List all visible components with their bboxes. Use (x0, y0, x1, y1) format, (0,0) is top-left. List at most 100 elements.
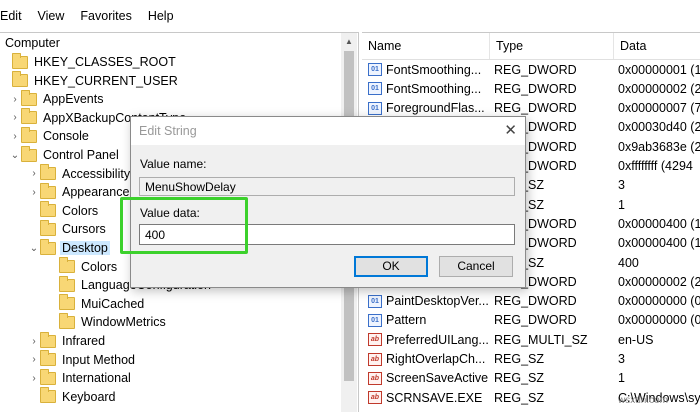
tree-item[interactable]: › International (28, 368, 133, 387)
list-item[interactable]: ab PreferredUILang... REG_MULTI_SZ en-US (362, 330, 700, 349)
value-type-cell: REG_DWORD (494, 294, 577, 309)
binary-value-icon: 01 (368, 101, 382, 115)
tree-root-computer[interactable]: Computer (5, 36, 60, 50)
value-data-cell: 0x00000002 (2) (618, 274, 700, 289)
list-item[interactable]: 01 Pattern REG_DWORD 0x00000000 (0) (362, 311, 700, 330)
tree-item[interactable]: › AppEvents (9, 89, 105, 108)
chevron-down-icon[interactable]: ⌄ (28, 243, 40, 254)
folder-icon (59, 275, 75, 292)
list-item[interactable]: 01 ForegroundFlas... REG_DWORD 0x00000007 (… (362, 99, 700, 118)
menu-item-edit[interactable]: Edit (0, 9, 30, 23)
list-item[interactable]: 01 FontSmoothing... REG_DWORD 0x00000002 (2… (362, 79, 700, 98)
dialog-titlebar[interactable]: Edit String ✕ (131, 117, 525, 145)
value-data-cell: 0x00000400 (10 (618, 236, 700, 251)
folder-icon (40, 201, 56, 218)
tree-item[interactable]: › Appearance (28, 182, 131, 201)
column-header-type[interactable]: Type (490, 33, 614, 59)
value-data-cell: 0xffffffff (4294 (618, 159, 693, 173)
close-icon[interactable]: ✕ (504, 121, 517, 139)
tree-item-label: Cursors (62, 222, 106, 237)
chevron-right-icon[interactable]: › (9, 112, 21, 123)
highlight-annotation (120, 197, 248, 254)
tree-item[interactable]: HKEY_CURRENT_USER (0, 71, 180, 90)
ok-button[interactable]: OK (354, 256, 428, 277)
column-header-data[interactable]: Data (614, 33, 700, 59)
binary-value-icon: 01 (368, 294, 382, 308)
value-name-text: RightOverlapCh... (386, 352, 486, 366)
value-data-cell: 0x00000007 (7) (618, 101, 700, 116)
value-type-cell: REG_MULTI_SZ (494, 332, 588, 347)
scroll-up-arrow-icon[interactable]: ▲ (341, 33, 357, 50)
string-value-icon: ab (368, 352, 382, 366)
value-data-cell: 0x00000001 (1) (618, 62, 700, 77)
value-data-cell: 1 (618, 197, 625, 212)
tree-item[interactable]: MuiCached (47, 294, 146, 313)
tree-item-label: WindowMetrics (81, 315, 166, 330)
value-name-cell: 01 FontSmoothing... (362, 82, 490, 96)
binary-value-icon: 01 (368, 82, 382, 96)
chevron-down-icon[interactable]: ⌄ (9, 150, 21, 161)
tree-item-label: Input Method (62, 352, 135, 367)
tree-item[interactable]: › Accessibility (28, 164, 132, 183)
tree-item-label: Desktop (60, 241, 110, 255)
list-item[interactable]: 01 FontSmoothing... REG_DWORD 0x00000001 (1… (362, 60, 700, 79)
menu-item-help[interactable]: Help (140, 9, 182, 23)
cancel-button[interactable]: Cancel (439, 256, 513, 277)
tree-item[interactable]: Cursors (28, 219, 108, 238)
value-name-text: ForegroundFlas... (386, 101, 485, 116)
list-item[interactable]: 01 PaintDesktopVer... REG_DWORD 0x00000000 … (362, 292, 700, 311)
chevron-right-icon[interactable]: › (28, 187, 40, 198)
tree-item-label: AppEvents (43, 92, 104, 107)
value-name-cell: ab ScreenSaveActive (362, 371, 490, 385)
folder-icon (59, 294, 75, 311)
tree-item-label: HKEY_CURRENT_USER (34, 73, 178, 88)
value-type-cell: REG_DWORD (494, 81, 577, 96)
tree-item[interactable]: ⌄ Control Panel (9, 145, 121, 164)
tree-item-label: HKEY_CLASSES_ROOT (34, 55, 176, 69)
string-value-icon: ab (368, 371, 382, 385)
folder-icon (40, 368, 56, 385)
list-header: Name Type Data (362, 33, 700, 60)
value-data-cell: 0x00030d40 (20 (618, 120, 700, 135)
tree-item[interactable]: ⌄ Desktop (28, 238, 110, 257)
tree-item-label: International (62, 371, 131, 386)
value-name-field: MenuShowDelay (139, 177, 515, 196)
value-name-text: FontSmoothing... (386, 62, 482, 77)
tree-item[interactable]: Colors (47, 257, 119, 276)
chevron-right-icon[interactable]: › (28, 373, 40, 384)
tree-item[interactable]: HKEY_CLASSES_ROOT (0, 52, 178, 71)
chevron-right-icon[interactable]: › (28, 168, 40, 179)
binary-value-icon: 01 (368, 313, 382, 327)
value-type-cell: REG_SZ (494, 371, 545, 386)
tree-item[interactable]: › Input Method (28, 350, 137, 369)
folder-icon (12, 71, 28, 88)
column-header-name[interactable]: Name (362, 33, 490, 59)
folder-icon (59, 257, 75, 274)
tree-item-label: Accessibility (62, 166, 131, 181)
dialog-title: Edit String (139, 124, 197, 138)
list-item[interactable]: ab ScreenSaveActive REG_SZ 1 (362, 369, 700, 388)
menu-item-view[interactable]: View (30, 9, 73, 23)
tree-item[interactable]: Keyboard (28, 387, 118, 406)
folder-icon (21, 89, 37, 106)
folder-icon (40, 350, 56, 367)
binary-value-icon: 01 (368, 63, 382, 76)
chevron-right-icon[interactable]: › (28, 354, 40, 365)
chevron-right-icon[interactable]: › (28, 336, 40, 347)
value-name-cell: 01 ForegroundFlas... (362, 101, 490, 115)
tree-item[interactable]: WindowMetrics (47, 312, 168, 331)
value-type-cell: REG_SZ (494, 390, 545, 405)
value-name-text: PaintDesktopVer... (386, 294, 489, 309)
chevron-right-icon[interactable]: › (9, 94, 21, 105)
tree-item[interactable]: Colors (28, 201, 100, 220)
tree-item-label: Control Panel (43, 148, 119, 162)
folder-icon (40, 182, 56, 199)
menu-item-favorites[interactable]: Favorites (72, 9, 139, 23)
chevron-right-icon[interactable]: › (9, 131, 21, 142)
value-type-cell: REG_DWORD (494, 62, 577, 77)
value-data-cell: 0x9ab3683e (25 (618, 139, 700, 154)
folder-icon (21, 126, 37, 143)
tree-item[interactable]: › Infrared (28, 331, 107, 350)
list-item[interactable]: ab RightOverlapCh... REG_SZ 3 (362, 350, 700, 369)
tree-item[interactable]: › Console (9, 126, 91, 145)
